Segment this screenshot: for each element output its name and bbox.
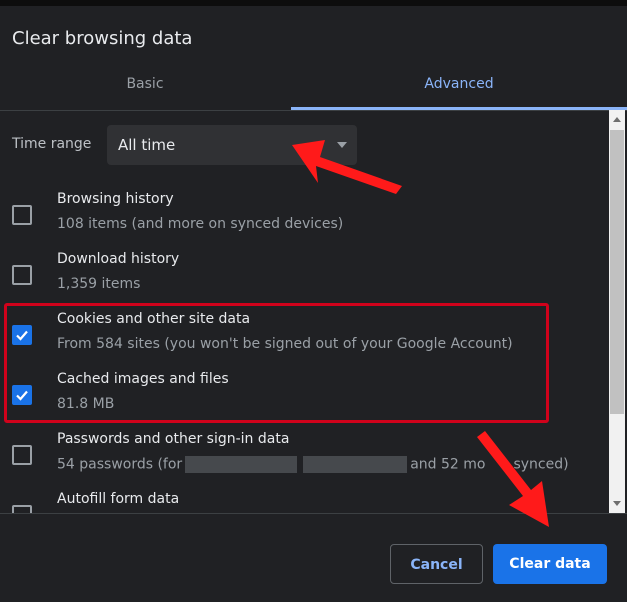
checkbox-cached-images[interactable] xyxy=(12,385,32,405)
checkbox-autofill[interactable] xyxy=(12,505,32,513)
item-title: Passwords and other sign-in data xyxy=(57,431,290,447)
item-passwords: Passwords and other sign-in data 54 pass… xyxy=(0,425,600,485)
checkmark-icon xyxy=(16,390,28,401)
time-range-value: All time xyxy=(118,136,176,154)
scrollbar-thumb[interactable] xyxy=(610,130,624,414)
checkbox-browsing-history[interactable] xyxy=(12,205,32,225)
time-range-label: Time range xyxy=(12,136,92,152)
checkmark-icon xyxy=(16,330,28,341)
item-title: Cached images and files xyxy=(57,371,229,387)
item-cookies: Cookies and other site data From 584 sit… xyxy=(0,305,600,365)
item-description: 1,359 items xyxy=(57,276,141,292)
cancel-button[interactable]: Cancel xyxy=(390,544,483,584)
scrollbar[interactable] xyxy=(609,110,625,513)
item-title: Autofill form data xyxy=(57,491,180,507)
tab-basic[interactable]: Basic xyxy=(0,62,290,110)
passwords-synced-text: synced) xyxy=(513,456,569,473)
passwords-count-text: 54 passwords (for xyxy=(57,456,183,473)
redacted-domain xyxy=(303,456,408,473)
redacted-domain xyxy=(185,456,298,473)
dropdown-arrow-icon xyxy=(337,142,347,148)
scroll-down-arrow-icon[interactable] xyxy=(613,501,621,506)
dialog-title: Clear browsing data xyxy=(12,28,193,49)
time-range-select[interactable]: All time xyxy=(107,125,357,165)
settings-scroll-area: Time range All time Browsing history 108… xyxy=(0,110,627,513)
clear-browsing-data-dialog: Clear browsing data Basic Advanced Time … xyxy=(0,0,627,602)
passwords-more-text: and 52 mo xyxy=(410,456,486,473)
item-description: 54 passwords (for and 52 mo synced) xyxy=(57,456,569,473)
item-description: From 584 sites (you won't be signed out … xyxy=(57,336,513,352)
item-description: 108 items (and more on synced devices) xyxy=(57,216,344,232)
tab-advanced[interactable]: Advanced xyxy=(291,62,627,110)
checkbox-passwords[interactable] xyxy=(12,445,32,465)
tab-bar: Basic Advanced xyxy=(0,62,627,111)
item-autofill: Autofill form data xyxy=(0,485,600,513)
checkbox-download-history[interactable] xyxy=(12,265,32,285)
window-top-strip xyxy=(0,0,627,6)
item-cached-images: Cached images and files 81.8 MB xyxy=(0,365,600,425)
item-title: Cookies and other site data xyxy=(57,311,251,327)
checkbox-cookies[interactable] xyxy=(12,325,32,345)
item-browsing-history: Browsing history 108 items (and more on … xyxy=(0,185,600,245)
item-title: Download history xyxy=(57,251,180,267)
scroll-up-arrow-icon[interactable] xyxy=(613,117,621,122)
item-download-history: Download history 1,359 items xyxy=(0,245,600,305)
item-title: Browsing history xyxy=(57,191,174,207)
clear-data-button[interactable]: Clear data xyxy=(493,544,607,584)
item-description: 81.8 MB xyxy=(57,396,115,412)
dialog-footer: Cancel Clear data xyxy=(0,513,627,602)
